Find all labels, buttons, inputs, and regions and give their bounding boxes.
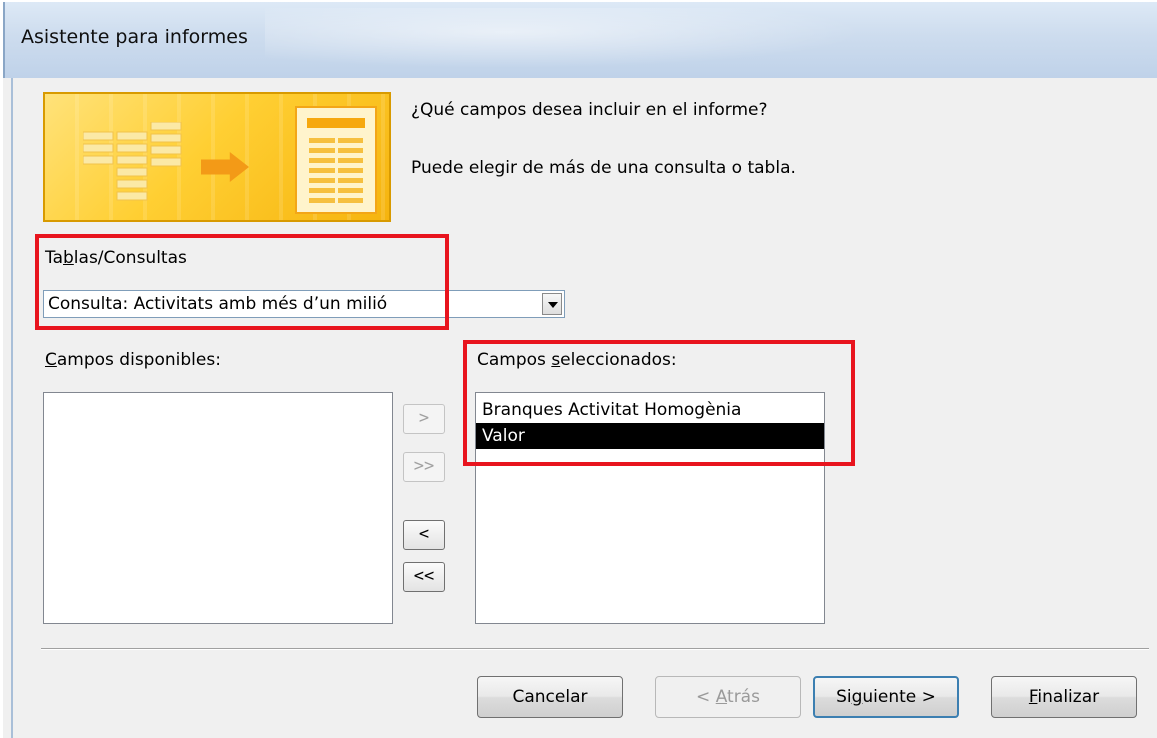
back-button-accesskey: A <box>715 687 728 707</box>
back-button-part2: trás <box>727 687 760 707</box>
chevron-down-icon[interactable] <box>542 293 562 315</box>
next-button-part2: uiente > <box>862 687 936 707</box>
next-button-part1: Si <box>836 687 852 707</box>
window-title: Asistente para informes <box>21 26 248 48</box>
remove-field-button[interactable]: < <box>403 520 445 550</box>
tables-queries-label-part1: Ta <box>45 248 63 268</box>
available-fields-list[interactable] <box>43 392 393 624</box>
back-button-part1: < <box>696 687 716 707</box>
selected-fields-label-accesskey: s <box>551 350 561 370</box>
available-fields-label: Campos disponibles: <box>45 350 221 370</box>
add-all-fields-button[interactable]: >> <box>403 452 445 482</box>
available-fields-label-part: ampos disponibles: <box>56 350 221 370</box>
selected-fields-label: Campos seleccionados: <box>477 350 677 370</box>
footer-separator <box>41 648 1149 650</box>
tables-queries-selected-value: Consulta: Activitats amb més d’un milió <box>48 294 388 314</box>
wizard-banner-image <box>43 92 391 222</box>
wizard-question: ¿Qué campos desea incluir en el informe? <box>411 100 768 120</box>
table-grid-icon <box>83 122 182 201</box>
tables-queries-label-part2: las/Consultas <box>73 248 187 268</box>
tables-queries-combobox[interactable]: Consulta: Activitats amb més d’un milió <box>43 290 565 318</box>
selected-fields-label-part1: Campos <box>477 350 552 370</box>
remove-all-fields-button[interactable]: << <box>403 562 445 592</box>
title-bar[interactable]: Asistente para informes <box>3 2 1157 78</box>
cancel-button[interactable]: Cancelar <box>477 676 623 718</box>
tables-queries-label-accesskey: b <box>63 248 74 268</box>
tables-queries-label: Tablas/Consultas <box>45 248 187 268</box>
report-wizard-window: Asistente para informes ¿Qué campos dese… <box>3 2 1157 738</box>
title-bar-glass <box>265 8 865 68</box>
selected-fields-label-part2: eleccionados: <box>560 350 677 370</box>
available-fields-label-accesskey: C <box>45 350 57 370</box>
next-button[interactable]: Siguiente > <box>813 676 959 718</box>
list-item[interactable]: Branques Activitat Homogènia <box>476 397 824 423</box>
finish-button-part: inalizar <box>1037 687 1100 707</box>
list-item[interactable]: Valor <box>476 423 824 449</box>
report-column-separator <box>335 138 338 204</box>
wizard-content: ¿Qué campos desea incluir en el informe?… <box>11 78 1157 738</box>
report-document-icon <box>295 106 377 214</box>
finish-button[interactable]: Finalizar <box>991 676 1137 718</box>
back-button[interactable]: < Atrás <box>655 676 801 718</box>
wizard-subtext: Puede elegir de más de una consulta o ta… <box>411 158 796 178</box>
next-button-accesskey: g <box>851 687 863 707</box>
report-header-bar <box>307 118 365 128</box>
add-field-button[interactable]: > <box>403 404 445 434</box>
selected-fields-list[interactable]: Branques Activitat Homogènia Valor <box>475 392 825 624</box>
